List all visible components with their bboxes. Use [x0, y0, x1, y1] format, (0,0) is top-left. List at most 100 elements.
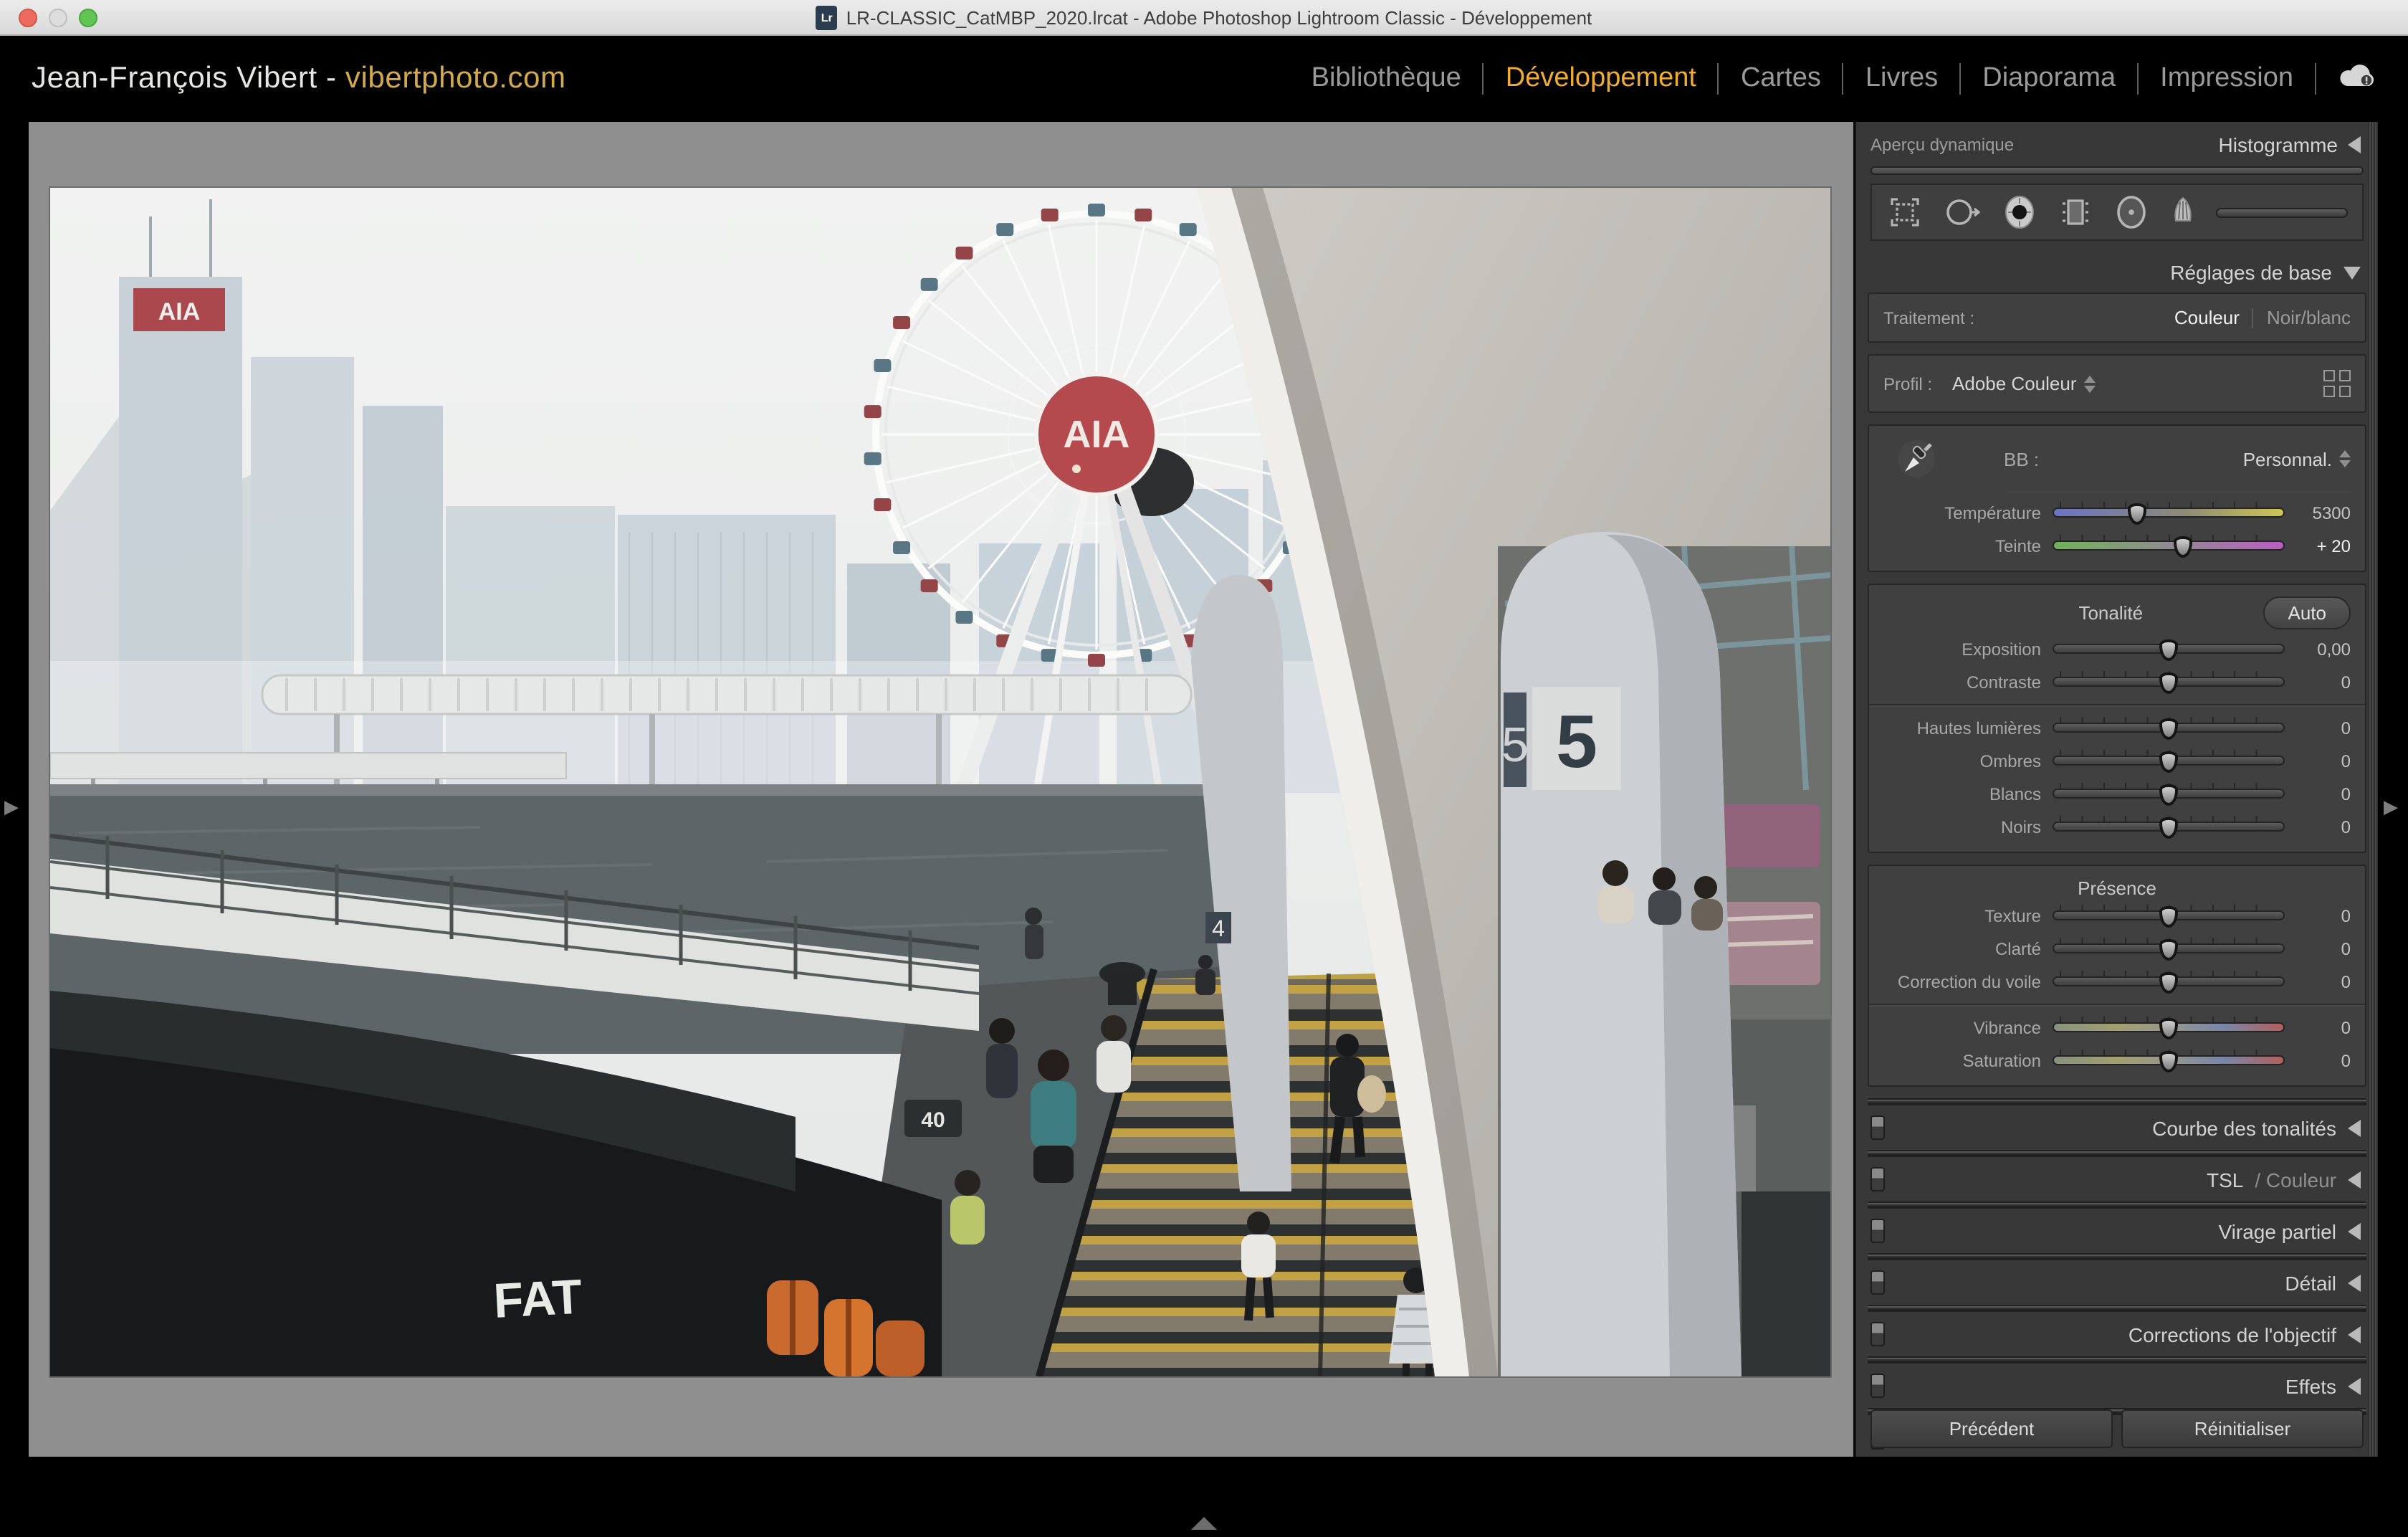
tint-slider-row: Teinte + 20	[1869, 529, 2365, 562]
window-controls[interactable]	[19, 9, 97, 27]
treatment-box: Traitement : Couleur Noir/blanc	[1868, 292, 2366, 343]
red-eye-icon[interactable]	[2001, 194, 2038, 231]
texture-slider-row: Texture 0	[1869, 899, 2365, 932]
shadows-slider-row: Ombres 0	[1869, 744, 2365, 777]
panel-toggle-switch[interactable]	[1870, 1115, 1885, 1140]
zoom-window-button[interactable]	[79, 9, 97, 27]
dehaze-slider-row: Correction du voile 0	[1869, 965, 2365, 998]
reset-button[interactable]: Réinitialiser	[2121, 1409, 2364, 1448]
pillar-far-number: 4	[1212, 915, 1225, 941]
treatment-color-option[interactable]: Couleur	[2174, 307, 2240, 328]
radial-filter-icon[interactable]	[2113, 194, 2150, 231]
panel-toggle-switch[interactable]	[1870, 1270, 1885, 1295]
auto-tone-button[interactable]: Auto	[2264, 596, 2351, 629]
hsl-color-panel-header[interactable]: TSL/ Couleur	[1856, 1157, 2378, 1201]
previous-button[interactable]: Précédent	[1870, 1409, 2113, 1448]
develop-canvas: AIA	[29, 122, 1855, 1457]
brush-handle-bar	[2216, 207, 2348, 217]
panel-toggle-switch[interactable]	[1870, 1219, 1885, 1243]
effects-panel-header[interactable]: Effets	[1856, 1364, 2378, 1408]
detail-panel-header[interactable]: Détail	[1856, 1260, 2378, 1305]
tool-strip	[1870, 184, 2364, 241]
whites-slider-row: Blancs 0	[1869, 777, 2365, 810]
white-balance-box: BB : Personnal. Température 5300	[1868, 424, 2366, 572]
slider-thumb[interactable]	[2173, 536, 2192, 558]
profile-browser-icon[interactable]	[2323, 370, 2351, 397]
texture-slider[interactable]	[2053, 910, 2285, 920]
filmstrip-strip	[0, 1510, 2408, 1537]
show-left-panel-arrow-icon[interactable]: ▶	[4, 796, 19, 819]
slider-thumb[interactable]	[2127, 503, 2146, 525]
show-filmstrip-arrow-icon[interactable]	[1191, 1517, 1217, 1530]
module-print[interactable]: Impression	[2139, 63, 2315, 95]
panel-toggle-switch[interactable]	[1870, 1374, 1885, 1398]
module-develop[interactable]: Développement	[1484, 63, 1718, 95]
collapse-left-arrow-icon	[2348, 136, 2361, 153]
sync-cloud-icon[interactable]	[2336, 61, 2379, 97]
whites-slider[interactable]	[2053, 789, 2285, 799]
adjustment-brush-icon[interactable]	[2169, 194, 2197, 231]
identity-plate: Jean-François Vibert - vibertphoto.com	[32, 62, 566, 96]
module-book[interactable]: Livres	[1844, 63, 1959, 95]
highlights-slider[interactable]	[2053, 723, 2285, 733]
saturation-slider[interactable]	[2053, 1055, 2285, 1065]
pillar-number: 5	[1556, 700, 1597, 784]
close-window-button[interactable]	[19, 9, 37, 27]
histogram-collapsed-bar[interactable]	[1870, 166, 2364, 175]
clarity-slider-row: Clarté 0	[1869, 932, 2365, 965]
panel-toggle-switch[interactable]	[1870, 1167, 1885, 1191]
temperature-slider[interactable]	[2053, 508, 2285, 518]
white-balance-select[interactable]: Personnal.	[2243, 448, 2351, 470]
lens-corrections-panel-header[interactable]: Corrections de l'objectif	[1856, 1312, 2378, 1356]
split-toning-panel-header[interactable]: Virage partiel	[1856, 1209, 2378, 1253]
white-balance-eyedropper-icon[interactable]	[1883, 437, 1949, 480]
contrast-slider[interactable]	[2053, 677, 2285, 687]
photo-view[interactable]: AIA	[50, 188, 1830, 1376]
hide-right-panel-arrow-icon[interactable]: ▶	[2384, 796, 2398, 819]
dehaze-slider[interactable]	[2053, 976, 2285, 986]
minimize-window-button[interactable]	[49, 9, 67, 27]
saturation-slider-row: Saturation 0	[1869, 1044, 2365, 1077]
window-title: Lr LR-CLASSIC_CatMBP_2020.lrcat - Adobe …	[816, 5, 1592, 29]
crop-overlay-icon[interactable]	[1886, 194, 1924, 231]
blacks-slider-row: Noirs 0	[1869, 810, 2365, 843]
left-panel-edge[interactable]: ▶	[0, 122, 29, 1457]
wheel-hub-text: AIA	[1064, 413, 1130, 456]
tint-slider[interactable]	[2053, 541, 2285, 551]
shadows-slider[interactable]	[2053, 756, 2285, 766]
titlebar: Lr LR-CLASSIC_CatMBP_2020.lrcat - Adobe …	[0, 0, 2408, 36]
hull-text: FAT	[492, 1270, 583, 1328]
profile-select[interactable]: Adobe Couleur	[1952, 373, 2095, 394]
expanded-arrow-icon	[2344, 266, 2361, 279]
lightroom-doc-icon: Lr	[816, 5, 838, 29]
module-library[interactable]: Bibliothèque	[1290, 63, 1483, 95]
stepper-arrows-icon	[2084, 375, 2096, 392]
tone-box: Tonalité Auto Exposition 0,00 Contraste …	[1868, 584, 2366, 853]
content-row: ▶ ▶	[0, 122, 2408, 1457]
basic-panel-header[interactable]: Réglages de base	[1856, 252, 2378, 292]
graduated-filter-icon[interactable]	[2057, 194, 2094, 231]
contrast-slider-row: Contraste 0	[1869, 665, 2365, 698]
exposure-slider[interactable]	[2053, 644, 2285, 654]
svg-text:5: 5	[1501, 718, 1529, 772]
cabin-number: 40	[921, 1108, 945, 1132]
panel-toggle-switch[interactable]	[1870, 1322, 1885, 1346]
temperature-slider-row: Température 5300	[1869, 496, 2365, 529]
tone-curve-panel-header[interactable]: Courbe des tonalités	[1856, 1105, 2378, 1150]
tower-sign-text: AIA	[158, 298, 201, 325]
treatment-bw-option[interactable]: Noir/blanc	[2267, 307, 2351, 328]
highlights-slider-row: Hautes lumières 0	[1869, 711, 2365, 744]
panel-scrollbar[interactable]	[2368, 122, 2378, 1457]
module-slideshow[interactable]: Diaporama	[1961, 63, 2137, 95]
right-panel-edge[interactable]: ▶	[2378, 122, 2408, 1457]
smart-preview-label: Aperçu dynamique	[1870, 135, 2014, 155]
profile-box: Profil : Adobe Couleur	[1868, 354, 2366, 413]
blacks-slider[interactable]	[2053, 822, 2285, 832]
spot-removal-icon[interactable]	[1942, 194, 1982, 231]
histogram-panel-header[interactable]: Histogramme	[2219, 133, 2361, 156]
module-picker: Bibliothèque Développement Cartes Livres…	[1290, 36, 2388, 122]
module-map[interactable]: Cartes	[1719, 63, 1843, 95]
develop-right-panel: Aperçu dynamique Histogramme	[1855, 122, 2378, 1457]
vibrance-slider[interactable]	[2053, 1022, 2285, 1032]
clarity-slider[interactable]	[2053, 943, 2285, 953]
